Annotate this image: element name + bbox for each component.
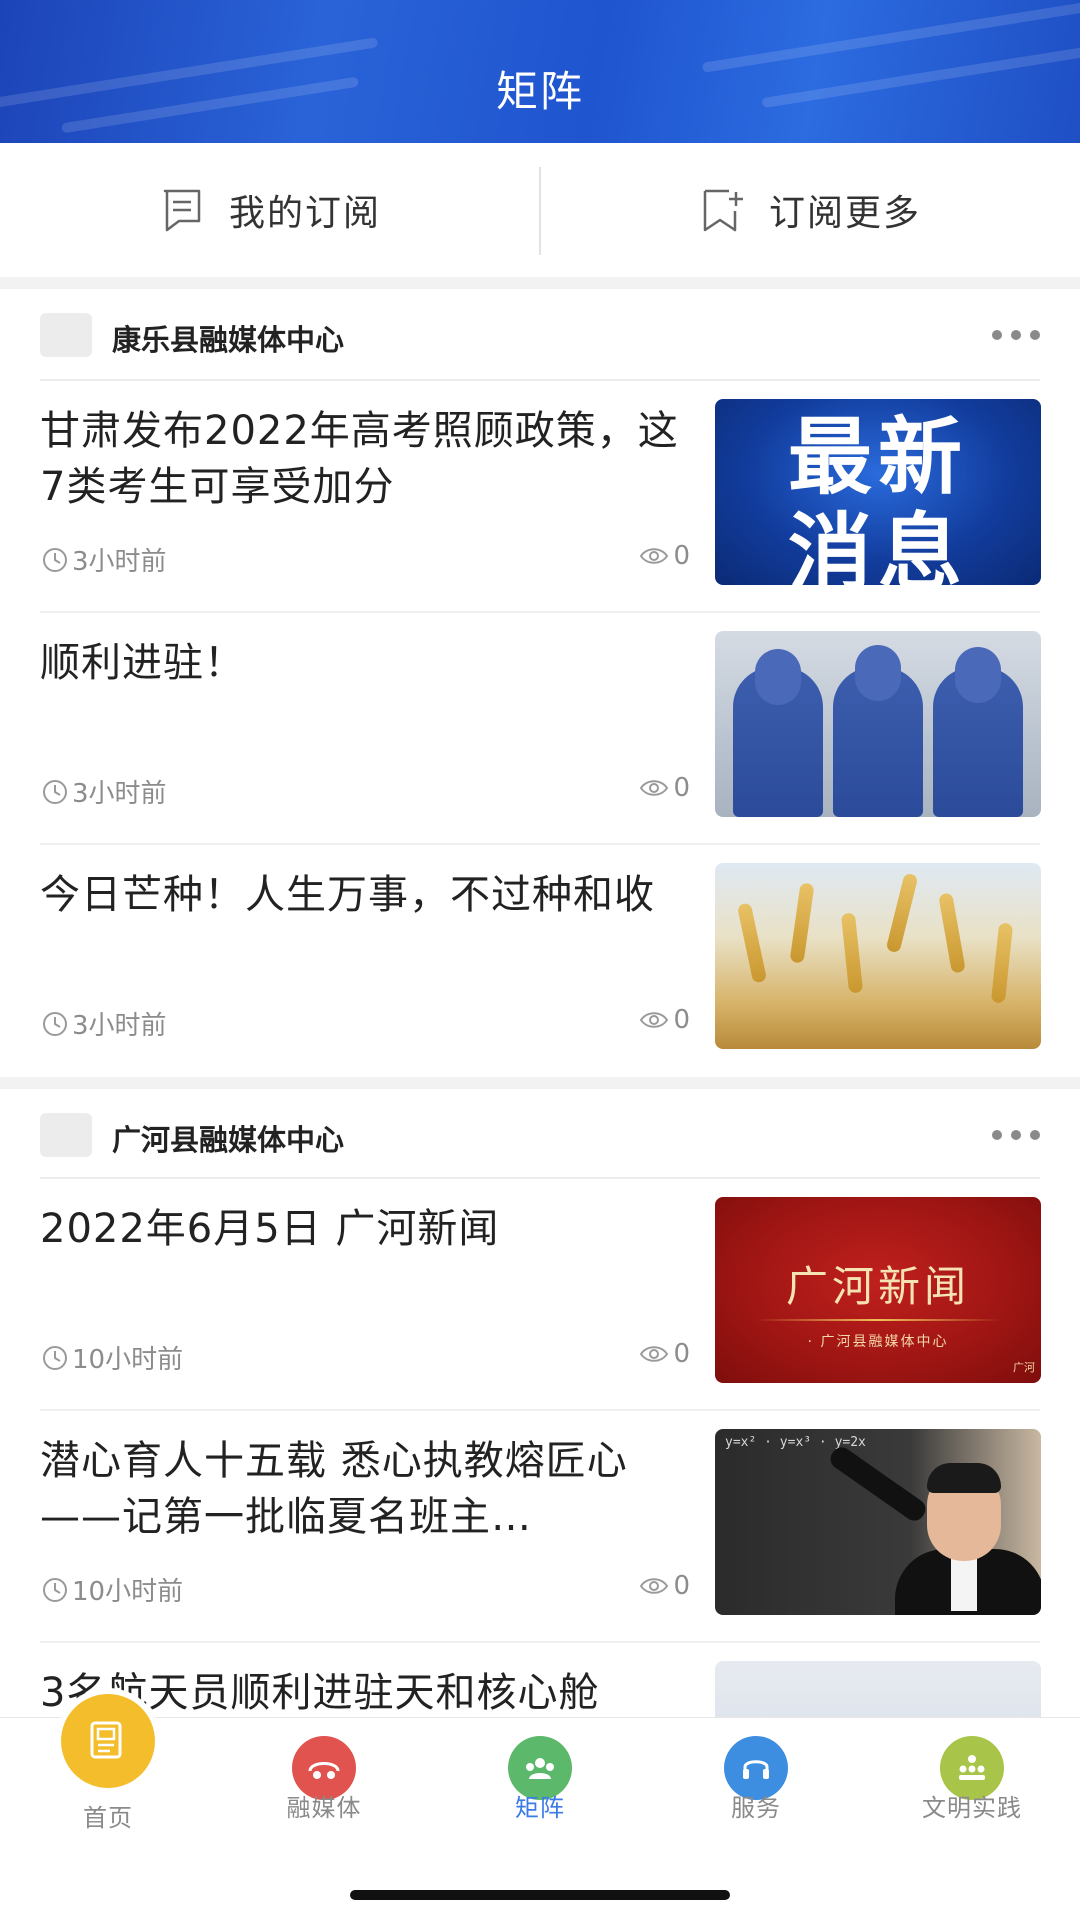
article-views: 0 (639, 541, 690, 571)
eye-icon (640, 1346, 669, 1362)
article-item[interactable]: 潜心育人十五载 悉心执教熔匠心——记第一批临夏名班主… 10小时前 0 y=x²… (0, 1411, 1080, 1643)
eye-icon (640, 1578, 669, 1594)
tab-matrix[interactable]: 矩阵 (432, 1718, 648, 1848)
article-time: 3小时前 (40, 773, 167, 810)
article-title: 甘肃发布2022年高考照顾政策，这7类考生可享受加分 (40, 408, 679, 510)
channel-logo (40, 313, 92, 357)
bookmark-add-icon (703, 189, 743, 232)
article-thumbnail (715, 631, 1041, 817)
views-count: 0 (673, 773, 690, 803)
article-thumbnail (715, 863, 1041, 1049)
clock-icon (43, 1577, 67, 1602)
clock-icon (43, 1345, 67, 1370)
time-text: 10小时前 (72, 1577, 184, 1607)
article-title: 2022年6月5日 广河新闻 (40, 1206, 500, 1252)
article-thumbnail: 最新消息 (715, 399, 1041, 585)
news-icon (61, 1694, 155, 1788)
thumbnail-subtext: · 广河县融媒体中心 (807, 1334, 949, 1350)
document-icon (163, 189, 201, 232)
clock-icon (43, 1011, 67, 1036)
subscribe-more-button[interactable]: 订阅更多 (540, 143, 1080, 277)
article-title: 顺利进驻！ (40, 640, 245, 686)
views-count: 0 (673, 1339, 690, 1369)
channel-logo (40, 1113, 92, 1157)
article-thumbnail: 广河新闻 · 广河县融媒体中心 广河 (715, 1197, 1041, 1383)
eye-icon (640, 548, 669, 564)
article-time: 3小时前 (40, 1005, 167, 1042)
thumbnail-text: 最新消息 (787, 408, 968, 585)
channel-name: 广河县融媒体中心 (112, 1123, 345, 1157)
tab-label: 服务 (731, 1794, 781, 1822)
page-title: 矩阵 (495, 67, 584, 116)
article-views: 0 (639, 1005, 690, 1035)
article-time: 3小时前 (40, 541, 167, 578)
time-text: 10小时前 (72, 1345, 184, 1375)
subscribe-more-label: 订阅更多 (768, 193, 921, 234)
tab-label: 文明实践 (922, 1794, 1022, 1822)
time-text: 3小时前 (72, 1011, 167, 1041)
clock-icon (43, 779, 67, 804)
divider (539, 167, 541, 255)
tab-label: 矩阵 (515, 1794, 565, 1822)
tab-home[interactable]: 首页 (0, 1694, 216, 1848)
channel-header[interactable]: 康乐县融媒体中心 (0, 289, 1080, 381)
views-count: 0 (673, 541, 690, 571)
article-time: 10小时前 (40, 1339, 183, 1376)
tab-service[interactable]: 服务 (648, 1718, 864, 1848)
my-subscription-button[interactable]: 我的订阅 (0, 143, 540, 277)
article-item[interactable]: 顺利进驻！ 3小时前 0 (0, 613, 1080, 845)
article-item[interactable]: 甘肃发布2022年高考照顾政策，这7类考生可享受加分 3小时前 0 最新消息 (0, 381, 1080, 613)
thumbnail-badge: 广河 (1013, 1361, 1035, 1374)
article-views: 0 (639, 773, 690, 803)
eye-icon (640, 1012, 669, 1028)
article-title: 今日芒种！人生万事，不过种和收 (40, 872, 655, 918)
article-time: 10小时前 (40, 1571, 183, 1608)
tab-media[interactable]: 融媒体 (216, 1718, 432, 1848)
more-icon[interactable] (992, 330, 1040, 340)
time-text: 3小时前 (72, 547, 167, 577)
section-gap (0, 277, 1080, 289)
article-item[interactable]: 今日芒种！人生万事，不过种和收 3小时前 0 (0, 845, 1080, 1077)
article-title: 潜心育人十五载 悉心执教熔匠心——记第一批临夏名班主… (40, 1438, 628, 1540)
tab-label: 融媒体 (286, 1794, 362, 1822)
article-item[interactable]: 2022年6月5日 广河新闻 10小时前 0 广河新闻 · 广河县融媒体中心 广… (0, 1179, 1080, 1411)
clock-icon (43, 547, 67, 572)
thumbnail-text: 广河新闻 (785, 1262, 970, 1311)
subscription-bar: 我的订阅 订阅更多 (0, 143, 1080, 277)
section-gap (0, 1077, 1080, 1089)
my-subscription-label: 我的订阅 (228, 193, 381, 234)
views-count: 0 (673, 1571, 690, 1601)
more-icon[interactable] (992, 1130, 1040, 1140)
views-count: 0 (673, 1005, 690, 1035)
eye-icon (640, 780, 669, 796)
channel-name: 康乐县融媒体中心 (112, 323, 345, 357)
tab-civilization-practice[interactable]: 文明实践 (864, 1718, 1080, 1848)
tab-label: 首页 (83, 1804, 133, 1832)
article-views: 0 (639, 1571, 690, 1601)
time-text: 3小时前 (72, 779, 167, 809)
channel-header[interactable]: 广河县融媒体中心 (0, 1089, 1080, 1181)
article-thumbnail: y=x² · y=x³ · y=2x (715, 1429, 1041, 1615)
app-header: 矩阵 (0, 0, 1080, 143)
article-views: 0 (639, 1339, 690, 1369)
home-indicator[interactable] (350, 1890, 730, 1900)
